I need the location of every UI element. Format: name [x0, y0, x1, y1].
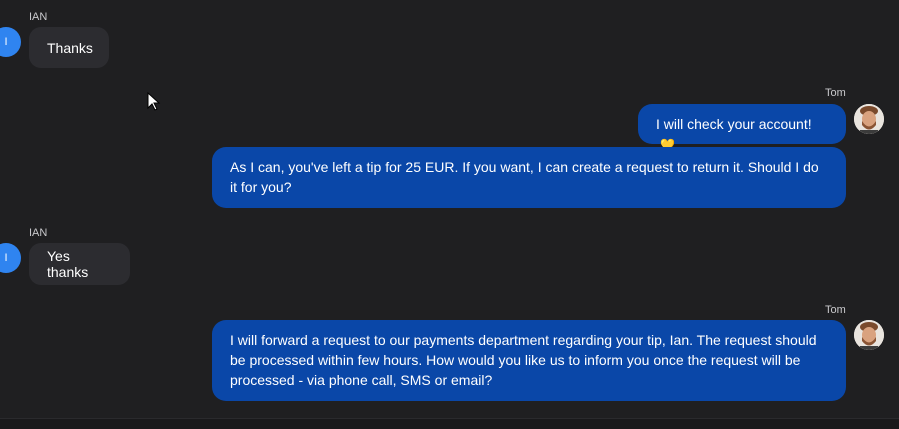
- sender-name-ian: IAN: [29, 227, 48, 239]
- sender-name-ian: IAN: [29, 11, 48, 23]
- message-bubble-outgoing: As I can, you've left a tip for 25 EUR. …: [212, 147, 846, 208]
- message-text: I will check your account!: [656, 116, 812, 132]
- message-text: As I can, you've left a tip for 25 EUR. …: [230, 159, 819, 195]
- avatar-ian: I: [0, 243, 21, 273]
- sender-name-tom: Tom: [825, 87, 846, 99]
- mouse-cursor-icon: [147, 92, 161, 111]
- message-bubble-outgoing: I will forward a request to our payments…: [212, 320, 846, 401]
- tom-face-icon: [854, 104, 884, 134]
- message-text: Thanks: [47, 39, 93, 56]
- message-text: I will forward a request to our payments…: [230, 332, 817, 388]
- avatar-tom: [854, 104, 884, 134]
- avatar-tom: [854, 320, 884, 350]
- message-bubble-incoming: Thanks: [29, 27, 109, 68]
- message-text: Yes thanks: [47, 248, 89, 280]
- message-bubble-incoming: Yes thanks: [29, 243, 130, 285]
- avatar-ian: I: [0, 27, 21, 57]
- sender-name-tom: Tom: [825, 304, 846, 316]
- composer-edge: [0, 418, 899, 429]
- message-bubble-outgoing: I will check your account! 💛: [638, 104, 846, 152]
- tom-face-icon: [854, 320, 884, 350]
